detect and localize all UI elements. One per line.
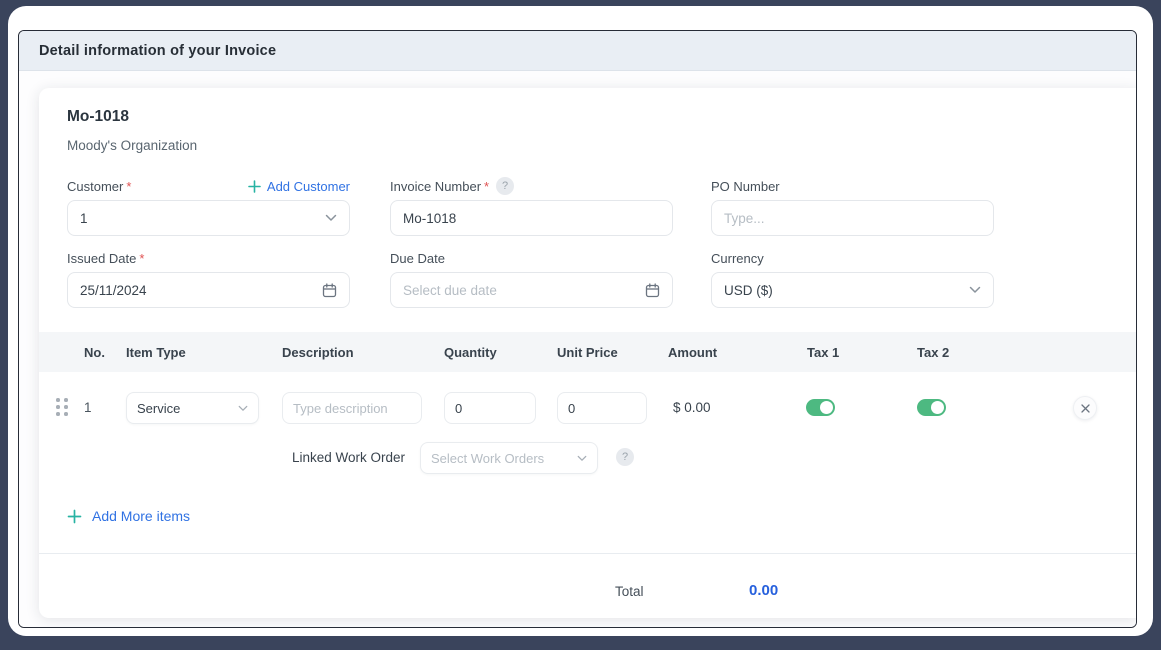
col-tax2: Tax 2: [917, 345, 949, 360]
currency-value: USD ($): [724, 283, 773, 298]
invoice-number-input[interactable]: [403, 211, 660, 226]
row-number: 1: [84, 400, 92, 415]
linked-work-order-placeholder: Select Work Orders: [431, 451, 544, 466]
calendar-icon: [645, 283, 660, 298]
col-item-type: Item Type: [126, 345, 186, 360]
currency-label: Currency: [711, 251, 764, 266]
col-amount: Amount: [668, 345, 717, 360]
due-date-field-group: Due Date Select due date: [390, 248, 673, 308]
total-value: 0.00: [749, 582, 778, 599]
po-number-label: PO Number: [711, 179, 780, 194]
linked-work-order-label: Linked Work Order: [292, 450, 405, 465]
total-label: Total: [615, 584, 644, 599]
issued-date-field-group: Issued Date * 25/11/2024: [67, 248, 350, 308]
chevron-down-icon: [238, 405, 248, 412]
tax1-toggle[interactable]: [806, 399, 835, 416]
description-input-wrap: [282, 392, 422, 424]
remove-row-button[interactable]: [1073, 396, 1097, 420]
po-number-input[interactable]: [724, 211, 981, 226]
page-title: Detail information of your Invoice: [39, 43, 276, 59]
table-row: 1 Service: [39, 390, 1137, 426]
due-date-input[interactable]: Select due date: [390, 272, 673, 308]
col-unit-price: Unit Price: [557, 345, 618, 360]
item-type-select[interactable]: Service: [126, 392, 259, 424]
invoice-number-heading: Mo-1018: [67, 108, 129, 126]
panel-header: Detail information of your Invoice: [19, 31, 1136, 71]
linked-work-order-select[interactable]: Select Work Orders: [420, 442, 598, 474]
customer-value: 1: [80, 211, 88, 226]
col-quantity: Quantity: [444, 345, 497, 360]
chevron-down-icon: [325, 214, 337, 222]
invoice-number-help-icon[interactable]: ?: [496, 177, 514, 195]
unit-price-input-wrap: [557, 392, 647, 424]
required-marker: *: [139, 251, 144, 266]
due-date-label: Due Date: [390, 251, 445, 266]
items-table-header: No. Item Type Description Quantity Unit …: [39, 332, 1137, 372]
col-no: No.: [84, 345, 105, 360]
plus-icon: [248, 180, 261, 193]
invoice-number-field-group: Invoice Number * ?: [390, 176, 673, 236]
unit-price-input[interactable]: [568, 401, 636, 416]
linked-work-order-help-icon[interactable]: ?: [616, 448, 634, 466]
invoice-card: Mo-1018 Moody's Organization Customer * …: [39, 88, 1137, 618]
tax2-toggle[interactable]: [917, 399, 946, 416]
col-description: Description: [282, 345, 354, 360]
chevron-down-icon: [969, 286, 981, 294]
required-marker: *: [484, 179, 489, 194]
quantity-input-wrap: [444, 392, 536, 424]
required-marker: *: [126, 179, 131, 194]
add-more-items-label: Add More items: [92, 508, 190, 524]
customer-select[interactable]: 1: [67, 200, 350, 236]
add-customer-button[interactable]: Add Customer: [248, 179, 350, 194]
issued-date-value: 25/11/2024: [80, 283, 147, 298]
organization-name: Moody's Organization: [67, 138, 197, 153]
currency-field-group: Currency USD ($): [711, 248, 994, 308]
item-type-value: Service: [137, 401, 180, 416]
calendar-icon: [322, 283, 337, 298]
add-customer-label: Add Customer: [267, 179, 350, 194]
po-number-field-group: PO Number: [711, 176, 994, 236]
total-divider: [39, 553, 1137, 554]
issued-date-label: Issued Date: [67, 251, 136, 266]
po-number-input-wrap: [711, 200, 994, 236]
invoice-detail-panel: Detail information of your Invoice Mo-10…: [18, 30, 1137, 628]
amount-value: $ 0.00: [673, 400, 711, 415]
drag-handle-icon[interactable]: [56, 398, 71, 418]
close-icon: [1081, 404, 1090, 413]
app-window: Detail information of your Invoice Mo-10…: [8, 6, 1153, 636]
due-date-placeholder: Select due date: [403, 283, 497, 298]
quantity-input[interactable]: [455, 401, 525, 416]
plus-icon: [67, 509, 82, 524]
issued-date-input[interactable]: 25/11/2024: [67, 272, 350, 308]
customer-label: Customer: [67, 179, 123, 194]
currency-select[interactable]: USD ($): [711, 272, 994, 308]
linked-work-order-row: Linked Work Order Select Work Orders ?: [39, 442, 1137, 474]
customer-field-group: Customer * Add Customer 1: [67, 176, 350, 236]
add-more-items-button[interactable]: Add More items: [67, 508, 190, 524]
description-input[interactable]: [293, 401, 411, 416]
invoice-number-label: Invoice Number: [390, 179, 481, 194]
panel-body: Mo-1018 Moody's Organization Customer * …: [19, 71, 1136, 627]
chevron-down-icon: [577, 455, 587, 462]
invoice-number-input-wrap: [390, 200, 673, 236]
col-tax1: Tax 1: [807, 345, 839, 360]
